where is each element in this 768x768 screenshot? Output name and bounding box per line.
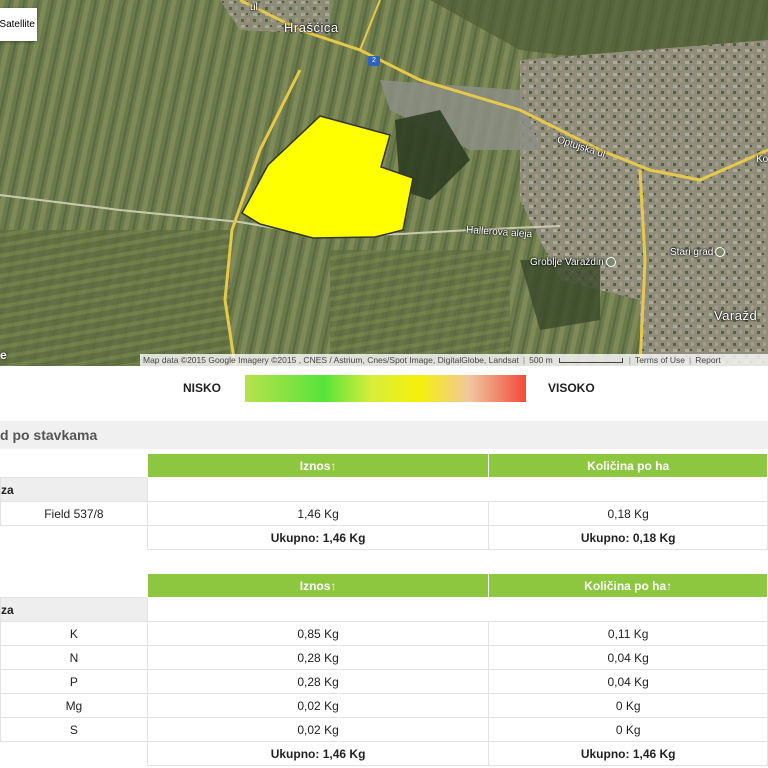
- total-kolicina: Ukupno: 0,18 Kg: [488, 525, 768, 550]
- map-poi-groblje: Groblje Varaždin: [530, 257, 616, 268]
- row-name: N: [0, 645, 148, 670]
- map-label-city: Varažd: [714, 308, 758, 323]
- row-kolicina: 0,11 Kg: [488, 621, 768, 646]
- table-row: K 0,85 Kg 0,11 Kg: [0, 621, 768, 646]
- row-name: Mg: [0, 693, 148, 718]
- table-row: S 0,02 Kg 0 Kg: [0, 717, 768, 742]
- row-iznos: 1,46 Kg: [146, 501, 490, 526]
- row-name: P: [0, 669, 148, 694]
- header-iznos[interactable]: Iznos↑: [146, 453, 490, 478]
- legend-low-label: NISKO: [183, 381, 222, 395]
- items-table-2: Iznos↑ Količina po ha↑ za K 0,85 Kg 0,11…: [0, 573, 768, 766]
- row-kolicina: 0 Kg: [488, 717, 768, 742]
- terms-link[interactable]: Terms of Use: [635, 355, 685, 365]
- header-kolicina[interactable]: Količina po ha: [488, 453, 768, 478]
- google-logo: e: [0, 348, 7, 362]
- table-row: N 0,28 Kg 0,04 Kg: [0, 645, 768, 670]
- map-label-village: Hrašćica: [284, 20, 339, 35]
- total-iznos: Ukupno: 1,46 Kg: [146, 741, 490, 766]
- row-kolicina: 0,04 Kg: [488, 669, 768, 694]
- row-kolicina: 0 Kg: [488, 693, 768, 718]
- map-type-satellite-button[interactable]: Satellite: [0, 8, 37, 41]
- total-row: Ukupno: 1,46 Kg Ukupno: 1,46 Kg: [1, 741, 768, 766]
- scale-label: 500 m: [529, 355, 553, 365]
- map-label-street-top: ul.: [250, 2, 261, 13]
- table-row: Field 537/8 1,46 Kg 0,18 Kg: [0, 501, 768, 526]
- poi-label-groblje: Groblje Varaždin: [530, 257, 604, 268]
- group-spacer: [146, 477, 768, 502]
- table-row: Mg 0,02 Kg 0 Kg: [0, 693, 768, 718]
- legend-gradient-bar: [245, 375, 526, 402]
- legend: NISKO VISOKO: [0, 374, 768, 404]
- map-label-edge: Ko: [756, 154, 768, 165]
- satellite-map[interactable]: Satellite Hrašćica ul. 2 Optujska ul Hal…: [0, 0, 768, 366]
- items-table-1: Iznos↑ Količina po ha za Field 537/8 1,4…: [0, 453, 768, 550]
- section-title: d po stavkama: [0, 421, 768, 449]
- poi-marker-icon: [605, 257, 616, 268]
- map-imagery: [0, 0, 768, 366]
- scale-bar: [558, 357, 623, 363]
- route-shield: 2: [368, 56, 380, 66]
- row-name: K: [0, 621, 148, 646]
- total-spacer: [1, 526, 148, 550]
- total-row: Ukupno: 1,46 Kg Ukupno: 0,18 Kg: [1, 525, 768, 550]
- header-kolicina[interactable]: Količina po ha↑: [488, 573, 768, 598]
- row-iznos: 0,28 Kg: [146, 669, 490, 694]
- total-iznos: Ukupno: 1,46 Kg: [146, 525, 490, 550]
- attribution-text: Map data ©2015 Google Imagery ©2015 , CN…: [143, 355, 519, 365]
- header-spacer: [0, 453, 148, 478]
- legend-high-label: VISOKO: [548, 381, 595, 395]
- map-poi-stari-grad: Stari grad: [670, 247, 726, 258]
- row-iznos: 0,02 Kg: [146, 693, 490, 718]
- header-spacer: [0, 573, 148, 598]
- map-attribution: Map data ©2015 Google Imagery ©2015 , CN…: [140, 354, 768, 366]
- header-iznos[interactable]: Iznos↑: [146, 573, 490, 598]
- row-iznos: 0,02 Kg: [146, 717, 490, 742]
- row-kolicina: 0,04 Kg: [488, 645, 768, 670]
- group-label: za: [0, 477, 148, 502]
- table-row: P 0,28 Kg 0,04 Kg: [0, 669, 768, 694]
- row-iznos: 0,85 Kg: [146, 621, 490, 646]
- poi-marker-icon: [715, 247, 726, 258]
- row-iznos: 0,28 Kg: [146, 645, 490, 670]
- row-kolicina: 0,18 Kg: [488, 501, 768, 526]
- group-spacer: [146, 597, 768, 622]
- report-link[interactable]: Report: [695, 355, 721, 365]
- poi-label-stari-grad: Stari grad: [670, 247, 714, 258]
- total-kolicina: Ukupno: 1,46 Kg: [488, 741, 768, 766]
- total-spacer: [1, 742, 148, 766]
- row-name: S: [0, 717, 148, 742]
- group-label: za: [0, 597, 148, 622]
- row-name: Field 537/8: [0, 501, 148, 526]
